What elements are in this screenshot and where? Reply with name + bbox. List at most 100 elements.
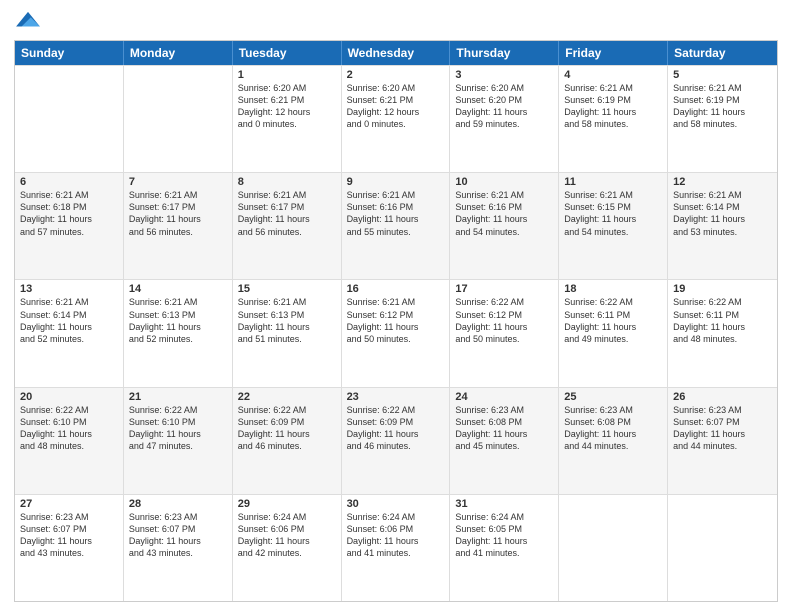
day-number: 5	[673, 69, 772, 81]
day-number: 13	[20, 283, 118, 295]
cell-info: Sunrise: 6:21 AMSunset: 6:16 PMDaylight:…	[455, 189, 553, 238]
day-number: 28	[129, 498, 227, 510]
cal-cell: 28Sunrise: 6:23 AMSunset: 6:07 PMDayligh…	[124, 495, 233, 601]
cal-cell: 12Sunrise: 6:21 AMSunset: 6:14 PMDayligh…	[668, 173, 777, 279]
cell-info: Sunrise: 6:22 AMSunset: 6:11 PMDaylight:…	[564, 296, 662, 345]
cal-header-cell: Monday	[124, 41, 233, 65]
day-number: 7	[129, 176, 227, 188]
cal-cell: 16Sunrise: 6:21 AMSunset: 6:12 PMDayligh…	[342, 280, 451, 386]
cell-info: Sunrise: 6:24 AMSunset: 6:06 PMDaylight:…	[347, 511, 445, 560]
day-number: 29	[238, 498, 336, 510]
cell-info: Sunrise: 6:23 AMSunset: 6:08 PMDaylight:…	[455, 404, 553, 453]
cal-header-cell: Sunday	[15, 41, 124, 65]
cell-info: Sunrise: 6:22 AMSunset: 6:10 PMDaylight:…	[20, 404, 118, 453]
cal-week: 1Sunrise: 6:20 AMSunset: 6:21 PMDaylight…	[15, 65, 777, 172]
day-number: 8	[238, 176, 336, 188]
cell-info: Sunrise: 6:21 AMSunset: 6:19 PMDaylight:…	[673, 82, 772, 131]
cell-info: Sunrise: 6:21 AMSunset: 6:18 PMDaylight:…	[20, 189, 118, 238]
logo-icon	[14, 10, 42, 32]
cal-cell: 5Sunrise: 6:21 AMSunset: 6:19 PMDaylight…	[668, 66, 777, 172]
calendar-body: 1Sunrise: 6:20 AMSunset: 6:21 PMDaylight…	[15, 65, 777, 601]
cal-cell: 22Sunrise: 6:22 AMSunset: 6:09 PMDayligh…	[233, 388, 342, 494]
cell-info: Sunrise: 6:21 AMSunset: 6:13 PMDaylight:…	[129, 296, 227, 345]
day-number: 2	[347, 69, 445, 81]
page: SundayMondayTuesdayWednesdayThursdayFrid…	[0, 0, 792, 612]
day-number: 11	[564, 176, 662, 188]
cal-cell: 7Sunrise: 6:21 AMSunset: 6:17 PMDaylight…	[124, 173, 233, 279]
cell-info: Sunrise: 6:22 AMSunset: 6:11 PMDaylight:…	[673, 296, 772, 345]
cal-header-cell: Wednesday	[342, 41, 451, 65]
cal-cell	[559, 495, 668, 601]
day-number: 22	[238, 391, 336, 403]
calendar: SundayMondayTuesdayWednesdayThursdayFrid…	[14, 40, 778, 602]
cal-header-cell: Thursday	[450, 41, 559, 65]
cal-cell	[124, 66, 233, 172]
cal-cell: 18Sunrise: 6:22 AMSunset: 6:11 PMDayligh…	[559, 280, 668, 386]
cal-week: 27 Sunrise: 6:23 AMSunset: 6:07 PMDayligh…	[15, 494, 777, 601]
day-number: 15	[238, 283, 336, 295]
cal-cell: 24Sunrise: 6:23 AMSunset: 6:08 PMDayligh…	[450, 388, 559, 494]
cell-info: Sunrise: 6:20 AMSunset: 6:21 PMDaylight:…	[238, 82, 336, 131]
day-number: 14	[129, 283, 227, 295]
cell-info: Sunrise: 6:20 AMSunset: 6:21 PMDaylight:…	[347, 82, 445, 131]
cell-info: Sunrise: 6:20 AMSunset: 6:20 PMDaylight:…	[455, 82, 553, 131]
cell-info: Sunrise: 6:21 AMSunset: 6:19 PMDaylight:…	[564, 82, 662, 131]
cal-cell: 4Sunrise: 6:21 AMSunset: 6:19 PMDaylight…	[559, 66, 668, 172]
cell-info: Sunrise: 6:22 AMSunset: 6:09 PMDaylight:…	[347, 404, 445, 453]
cal-cell: 11Sunrise: 6:21 AMSunset: 6:15 PMDayligh…	[559, 173, 668, 279]
cal-cell: 21Sunrise: 6:22 AMSunset: 6:10 PMDayligh…	[124, 388, 233, 494]
cell-info: Sunrise: 6:22 AMSunset: 6:10 PMDaylight:…	[129, 404, 227, 453]
cal-header-cell: Tuesday	[233, 41, 342, 65]
day-number: 30	[347, 498, 445, 510]
cell-info: Sunrise: 6:21 AMSunset: 6:15 PMDaylight:…	[564, 189, 662, 238]
cal-cell: 19Sunrise: 6:22 AMSunset: 6:11 PMDayligh…	[668, 280, 777, 386]
cal-cell: 1Sunrise: 6:20 AMSunset: 6:21 PMDaylight…	[233, 66, 342, 172]
cell-info: Sunrise: 6:23 AMSunset: 6:08 PMDaylight:…	[564, 404, 662, 453]
cal-cell: 6Sunrise: 6:21 AMSunset: 6:18 PMDaylight…	[15, 173, 124, 279]
cal-cell: 25Sunrise: 6:23 AMSunset: 6:08 PMDayligh…	[559, 388, 668, 494]
cal-cell: 9Sunrise: 6:21 AMSunset: 6:16 PMDaylight…	[342, 173, 451, 279]
cal-cell: 30Sunrise: 6:24 AMSunset: 6:06 PMDayligh…	[342, 495, 451, 601]
cell-info: Sunrise: 6:21 AMSunset: 6:16 PMDaylight:…	[347, 189, 445, 238]
cal-header-cell: Friday	[559, 41, 668, 65]
day-number: 17	[455, 283, 553, 295]
cell-info: Sunrise: 6:21 AMSunset: 6:14 PMDaylight:…	[673, 189, 772, 238]
day-number: 4	[564, 69, 662, 81]
cal-cell: 15Sunrise: 6:21 AMSunset: 6:13 PMDayligh…	[233, 280, 342, 386]
day-number: 27	[20, 498, 118, 510]
cell-info: Sunrise: 6:22 AMSunset: 6:12 PMDaylight:…	[455, 296, 553, 345]
cell-info: Sunrise: 6:21 AMSunset: 6:17 PMDaylight:…	[238, 189, 336, 238]
cal-cell: 3Sunrise: 6:20 AMSunset: 6:20 PMDaylight…	[450, 66, 559, 172]
day-number: 31	[455, 498, 553, 510]
day-number: 21	[129, 391, 227, 403]
cell-info: Sunrise: 6:24 AMSunset: 6:06 PMDaylight:…	[238, 511, 336, 560]
cal-week: 13Sunrise: 6:21 AMSunset: 6:14 PMDayligh…	[15, 279, 777, 386]
cal-header-cell: Saturday	[668, 41, 777, 65]
cal-cell	[15, 66, 124, 172]
day-number: 23	[347, 391, 445, 403]
cal-week: 20Sunrise: 6:22 AMSunset: 6:10 PMDayligh…	[15, 387, 777, 494]
day-number: 25	[564, 391, 662, 403]
cal-cell: 27Sunrise: 6:23 AMSunset: 6:07 PMDayligh…	[15, 495, 124, 601]
cal-week: 6Sunrise: 6:21 AMSunset: 6:18 PMDaylight…	[15, 172, 777, 279]
day-number: 9	[347, 176, 445, 188]
day-number: 12	[673, 176, 772, 188]
cal-cell: 31Sunrise: 6:24 AMSunset: 6:05 PMDayligh…	[450, 495, 559, 601]
day-number: 1	[238, 69, 336, 81]
day-number: 24	[455, 391, 553, 403]
cell-info: Sunrise: 6:21 AMSunset: 6:12 PMDaylight:…	[347, 296, 445, 345]
cal-cell: 29Sunrise: 6:24 AMSunset: 6:06 PMDayligh…	[233, 495, 342, 601]
cell-info: Sunrise: 6:23 AMSunset: 6:07 PMDaylight:…	[129, 511, 227, 560]
cell-info: Sunrise: 6:21 AMSunset: 6:14 PMDaylight:…	[20, 296, 118, 345]
cell-info: Sunrise: 6:21 AMSunset: 6:13 PMDaylight:…	[238, 296, 336, 345]
logo	[14, 10, 46, 32]
cal-cell: 14Sunrise: 6:21 AMSunset: 6:13 PMDayligh…	[124, 280, 233, 386]
day-number: 3	[455, 69, 553, 81]
cal-cell: 2Sunrise: 6:20 AMSunset: 6:21 PMDaylight…	[342, 66, 451, 172]
cell-info: Sunrise: 6:22 AMSunset: 6:09 PMDaylight:…	[238, 404, 336, 453]
day-number: 6	[20, 176, 118, 188]
day-number: 26	[673, 391, 772, 403]
cal-cell: 20Sunrise: 6:22 AMSunset: 6:10 PMDayligh…	[15, 388, 124, 494]
day-number: 16	[347, 283, 445, 295]
calendar-header: SundayMondayTuesdayWednesdayThursdayFrid…	[15, 41, 777, 65]
